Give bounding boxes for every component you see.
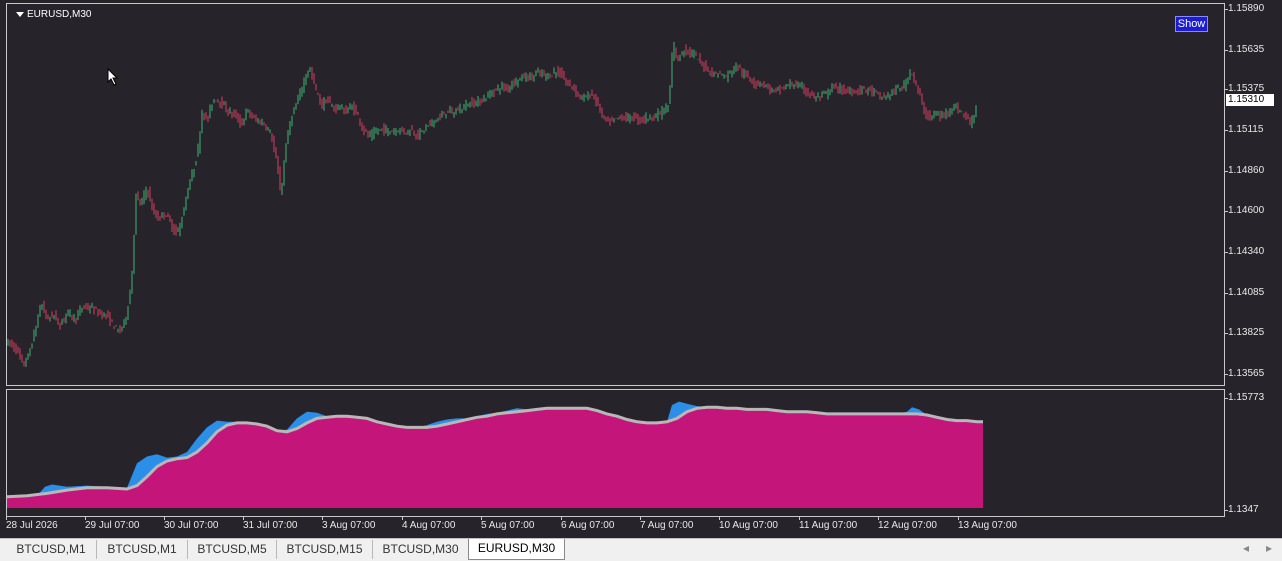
time-label: 3 Aug 07:00 [322,520,376,531]
tab-btcusd-m30[interactable]: BTCUSD,M30 [373,540,469,559]
chart-tab-bar: BTCUSD,M1 BTCUSD,M1 BTCUSD,M5 BTCUSD,M15… [0,538,1282,561]
tab-scroll-left-icon[interactable]: ◂ [1243,541,1249,555]
price-label: 1.14600 [1228,205,1265,216]
current-price-label: 1.15310 [1226,94,1274,106]
time-label: 10 Aug 07:00 [719,520,778,531]
price-chart-pane[interactable]: EURUSD,M30 [6,3,1225,386]
tab-btcusd-m5[interactable]: BTCUSD,M5 [188,540,277,559]
time-label: 28 Jul 2026 [6,520,58,531]
symbol-title-text: EURUSD,M30 [27,9,92,20]
indicator-axis-label: 1.1347 [1228,504,1259,515]
price-label: 1.15115 [1228,124,1264,135]
time-label: 29 Jul 07:00 [85,520,140,531]
indicator-axis-label: 1.15773 [1228,392,1265,403]
time-label: 4 Aug 07:00 [402,520,456,531]
time-label: 7 Aug 07:00 [640,520,694,531]
price-label: 1.14340 [1228,246,1265,257]
time-label: 13 Aug 07:00 [958,520,1017,531]
tab-btcusd-m1-2[interactable]: BTCUSD,M1 [97,540,188,559]
tab-scroll-right-icon[interactable]: ▸ [1266,541,1272,555]
time-label: 11 Aug 07:00 [799,520,858,531]
price-label: 1.13565 [1228,368,1265,379]
tab-eurusd-m30[interactable]: EURUSD,M30 [468,539,565,560]
time-label: 12 Aug 07:00 [878,520,937,531]
price-label: 1.15635 [1228,44,1265,55]
chart-window[interactable]: EURUSD,M30 Show 1.15890 1.15635 1.15375 … [0,0,1282,538]
price-label: 1.14085 [1228,287,1265,298]
time-label: 31 Jul 07:00 [243,520,298,531]
candlestick-chart[interactable] [7,4,1224,385]
time-label: 5 Aug 07:00 [481,520,535,531]
chart-symbol-title[interactable]: EURUSD,M30 [16,9,91,20]
dropdown-triangle-icon[interactable] [16,12,24,17]
show-button[interactable]: Show [1175,16,1208,32]
indicator-chart [7,401,983,508]
tab-btcusd-m1[interactable]: BTCUSD,M1 [6,540,97,559]
time-label: 30 Jul 07:00 [164,520,219,531]
tab-btcusd-m15[interactable]: BTCUSD,M15 [277,540,373,559]
mouse-cursor-icon [107,68,119,86]
candles-group [7,41,977,367]
price-label: 1.14860 [1228,165,1265,176]
time-label: 6 Aug 07:00 [561,520,615,531]
price-label: 1.13825 [1228,327,1265,338]
price-label: 1.15890 [1228,3,1265,14]
indicator-pane[interactable] [6,389,1225,517]
